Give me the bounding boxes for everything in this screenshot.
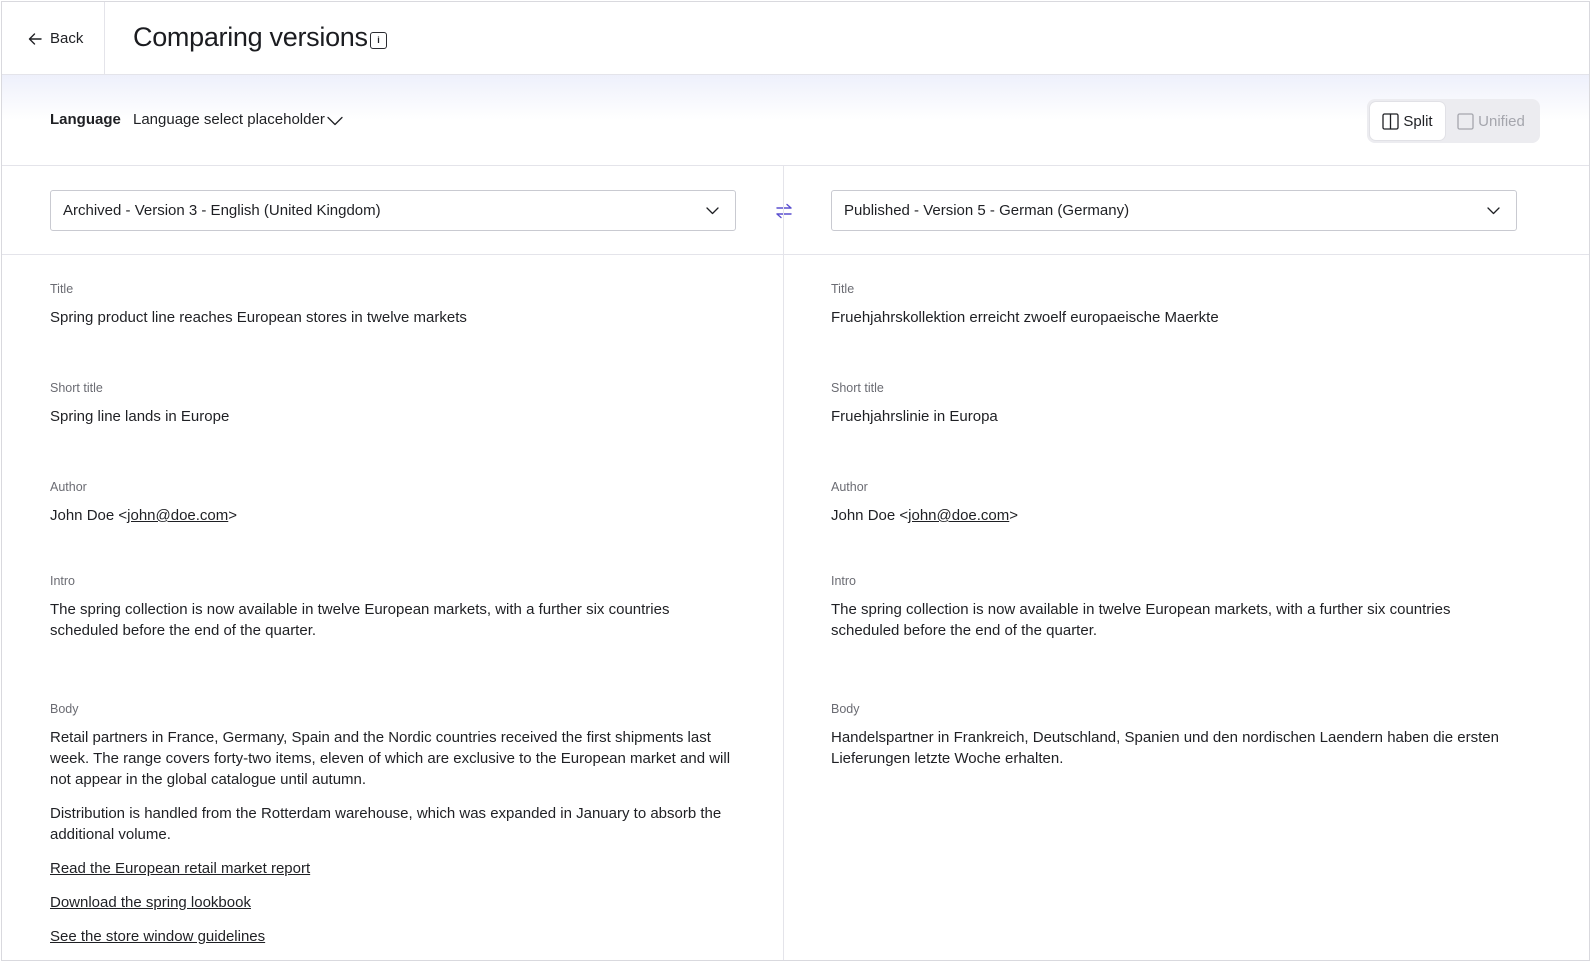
split-view-icon: [1382, 112, 1400, 130]
field-label: Title: [831, 282, 855, 296]
arrow-left-icon: [28, 32, 42, 45]
title-value: Spring product line reaches European sto…: [50, 309, 467, 326]
body-value: Handelspartner in Frankreich, Deutschlan…: [831, 727, 1521, 769]
intro-value: The spring collection is now available i…: [831, 601, 1451, 639]
column-divider: [783, 166, 784, 960]
right-author-field: Author John Doe <john@doe.com>: [831, 479, 1521, 526]
body-paragraph: Handelspartner in Frankreich, Deutschlan…: [831, 729, 1499, 767]
field-label: Body: [50, 702, 79, 716]
unified-view-icon: [1457, 112, 1474, 130]
field-label: Short title: [831, 381, 884, 395]
page-title: Comparing versions: [133, 22, 368, 52]
back-button[interactable]: Back: [2, 2, 105, 75]
author-email-link[interactable]: john@doe.com: [908, 507, 1009, 524]
left-intro-field: Intro The spring collection is now avail…: [50, 573, 740, 641]
author-close: >: [228, 507, 238, 524]
unified-view-label: Unified: [1478, 112, 1525, 130]
author-name: John Doe <: [831, 507, 909, 524]
author-value: John Doe <john@doe.com>: [831, 505, 1521, 526]
right-body-field: Body Handelspartner in Frankreich, Deuts…: [831, 701, 1521, 782]
field-label: Body: [831, 702, 860, 716]
field-label: Author: [831, 480, 868, 494]
left-version-value: Archived - Version 3 - English (United K…: [63, 202, 381, 219]
version-selector-row: Archived - Version 3 - English (United K…: [2, 166, 1589, 255]
chevron-down-icon: [706, 207, 719, 215]
chevron-down-icon: [1487, 207, 1500, 215]
split-view-label: Split: [1403, 112, 1433, 130]
language-label: Language: [50, 111, 121, 128]
language-select-value: Language select placeholder: [133, 111, 325, 128]
language-select[interactable]: Language select placeholder: [133, 111, 343, 128]
right-short-title-field: Short title Fruehjahrslinie in Europa: [831, 380, 1521, 427]
right-version-select[interactable]: Published - Version 5 - German (Germany): [831, 190, 1517, 231]
field-label: Title: [50, 282, 74, 296]
author-value: John Doe <john@doe.com>: [50, 505, 740, 526]
field-label: Author: [50, 480, 87, 494]
short-title-value: Spring line lands in Europe: [50, 408, 230, 425]
field-label: Intro: [50, 574, 76, 588]
title-value: Fruehjahrskollektion erreicht zwoelf eur…: [831, 309, 1219, 326]
field-label: Short title: [50, 381, 103, 395]
left-title-field: Title Spring product line reaches Europe…: [50, 281, 740, 328]
left-author-field: Author John Doe <john@doe.com>: [50, 479, 740, 526]
comparison-window: Back Comparing versions i Language Langu…: [1, 1, 1590, 961]
short-title-value: Fruehjahrslinie in Europa: [831, 408, 998, 425]
split-view-button[interactable]: Split: [1370, 102, 1445, 140]
info-icon[interactable]: i: [370, 32, 387, 49]
author-close: >: [1009, 507, 1019, 524]
right-intro-field: Intro The spring collection is now avail…: [831, 573, 1521, 641]
window-guidelines-link[interactable]: See the store window guidelines: [50, 928, 265, 945]
chevron-down-icon: [327, 116, 343, 125]
body-paragraph: Distribution is handled from the Rotterd…: [50, 805, 722, 843]
intro-value: The spring collection is now available i…: [50, 601, 670, 639]
info-glyph: i: [377, 35, 380, 45]
lookbook-link[interactable]: Download the spring lookbook: [50, 894, 251, 911]
left-version-select[interactable]: Archived - Version 3 - English (United K…: [50, 190, 736, 231]
view-mode-toggle: Split Unified: [1367, 99, 1540, 143]
top-bar: Back Comparing versions i: [2, 2, 1589, 75]
author-name: John Doe <: [50, 507, 128, 524]
right-title-field: Title Fruehjahrskollektion erreicht zwoe…: [831, 281, 1521, 328]
right-version-value: Published - Version 5 - German (Germany): [844, 202, 1130, 219]
author-email-link[interactable]: john@doe.com: [127, 507, 228, 524]
back-label: Back: [50, 30, 84, 47]
field-label: Intro: [831, 574, 857, 588]
swap-icon[interactable]: [774, 203, 794, 219]
market-report-link[interactable]: Read the European retail market report: [50, 860, 310, 877]
left-body-field: Body Retail partners in France, Germany,…: [50, 701, 740, 960]
left-short-title-field: Short title Spring line lands in Europe: [50, 380, 740, 427]
language-bar: Language Language select placeholder Spl…: [2, 75, 1589, 166]
unified-view-button[interactable]: Unified: [1445, 102, 1537, 140]
body-paragraph: Retail partners in France, Germany, Spai…: [50, 729, 731, 788]
body-value: Retail partners in France, Germany, Spai…: [50, 727, 740, 947]
